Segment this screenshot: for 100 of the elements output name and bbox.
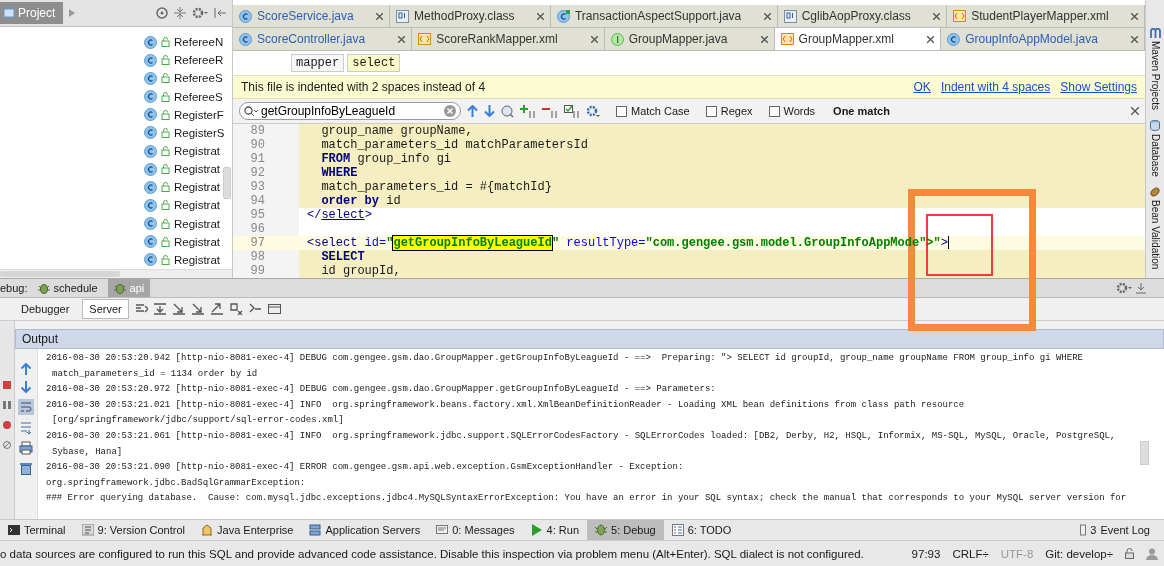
step-icon bbox=[153, 303, 167, 315]
interface-icon bbox=[610, 32, 624, 46]
tool-window-button[interactable]: Application Servers bbox=[301, 520, 429, 541]
close-icon bbox=[537, 12, 544, 20]
log-line: 2016-08-30 20:53:21.021 [http-nio-8081-exec-4] INFO org.springframework.beans.factory.xml.XmlBeanDefinitionReader - Loading XML bean definitions from class path resource bbox=[46, 398, 966, 412]
editor-tab[interactable]: ScoreRankMapper.xml bbox=[412, 28, 605, 50]
editor-tab[interactable]: CglibAopProxy.class bbox=[777, 5, 948, 27]
lock-icon bbox=[161, 127, 170, 138]
lock-icon bbox=[161, 200, 170, 211]
tool-window-button[interactable]: 0: Messages bbox=[428, 520, 523, 541]
log-line: Sybase, Hana] bbox=[51, 445, 124, 459]
editor-tab[interactable]: GroupMapper.xml bbox=[774, 28, 942, 50]
lock-icon bbox=[161, 91, 170, 102]
session-tab[interactable]: schedule bbox=[31, 279, 104, 297]
tool-window-button[interactable]: Terminal bbox=[0, 520, 74, 541]
breadcrumb[interactable]: select bbox=[347, 54, 401, 72]
tree-item[interactable]: RegisterF bbox=[144, 105, 232, 124]
match-count: One match bbox=[833, 105, 890, 117]
code-line: match_parameters_id matchParametersId bbox=[320, 138, 589, 152]
editor-tab[interactable]: ScoreService.java bbox=[233, 5, 391, 27]
tree-item[interactable]: Registrat bbox=[144, 141, 232, 161]
tree-item[interactable]: RefereeS bbox=[144, 87, 232, 106]
lock-icon bbox=[161, 55, 170, 66]
lock-icon bbox=[161, 236, 170, 247]
terminal-icon bbox=[8, 524, 20, 537]
tool-window-button[interactable]: 4: Run bbox=[522, 520, 588, 541]
tool-window-button[interactable]: 3 Event Log bbox=[1072, 520, 1158, 541]
side-tab[interactable]: Bean Validation bbox=[1149, 186, 1161, 270]
down-arrow-icon bbox=[20, 381, 32, 393]
checkbox[interactable]: Regex bbox=[705, 105, 753, 117]
link[interactable]: Show Settings bbox=[1060, 80, 1137, 94]
bug-icon bbox=[113, 282, 126, 294]
scrollbar[interactable] bbox=[223, 167, 231, 199]
class-icon bbox=[144, 90, 157, 104]
tree-item[interactable]: Registrat bbox=[144, 196, 232, 215]
tool-window-button[interactable]: 9: Version Control bbox=[73, 520, 193, 541]
folder-icon bbox=[4, 8, 14, 18]
side-tab[interactable]: Database bbox=[1149, 119, 1161, 177]
git-branch[interactable]: Git: develop÷ bbox=[1045, 547, 1113, 560]
tree-item[interactable]: RefereeR bbox=[144, 51, 232, 70]
search-field[interactable]: getGroupInfoByLeagueId bbox=[239, 102, 461, 120]
checkbox[interactable]: Match Case bbox=[616, 105, 690, 117]
class-icon bbox=[239, 32, 252, 46]
editor-tab[interactable]: GroupInfoAppModel.java bbox=[941, 28, 1145, 50]
tree-item[interactable]: Registrat bbox=[144, 214, 232, 233]
binary-file-icon bbox=[396, 9, 410, 23]
play-icon bbox=[530, 524, 543, 537]
tool-window-button[interactable]: 5: Debug bbox=[587, 520, 664, 541]
maven-icon bbox=[1149, 28, 1161, 38]
debug-tab[interactable]: Debugger bbox=[14, 299, 77, 319]
class-icon bbox=[557, 9, 570, 23]
lock-icon bbox=[161, 73, 170, 84]
side-tab[interactable]: Maven Projects bbox=[1149, 28, 1161, 110]
link[interactable]: Indent with 4 spaces bbox=[940, 80, 1051, 94]
tree-item[interactable]: RegisterS bbox=[144, 123, 232, 142]
editor-tab[interactable]: TransactionAspectSupport.java bbox=[551, 5, 778, 27]
clear-icon bbox=[444, 105, 456, 117]
caret-icon bbox=[69, 9, 76, 17]
class-icon bbox=[144, 53, 157, 67]
editor-tab[interactable]: StudentPlayerMapper.xml bbox=[947, 5, 1146, 27]
debug-tab[interactable]: Server bbox=[82, 299, 129, 319]
tool-window-button[interactable]: 6: TODO bbox=[663, 520, 740, 541]
line-number: 90 bbox=[233, 138, 299, 152]
server-icon bbox=[309, 524, 322, 537]
stop-icon bbox=[3, 381, 11, 389]
tree-item[interactable]: Registrat bbox=[144, 232, 232, 251]
line-number: 89 bbox=[233, 124, 299, 138]
code-line: order by id bbox=[320, 194, 402, 208]
notification-text: This file is indented with 2 spaces instead of 4 bbox=[241, 80, 486, 94]
line-separator[interactable]: CRLF÷ bbox=[952, 547, 989, 560]
tree-item[interactable]: RefereeS bbox=[144, 69, 232, 88]
code-line: group_name groupName, bbox=[320, 124, 474, 138]
breadcrumb[interactable]: mapper bbox=[291, 54, 345, 72]
find-all-icon bbox=[501, 104, 514, 118]
collapse-icon bbox=[174, 7, 186, 19]
tree-item[interactable]: RefereeN bbox=[144, 33, 232, 52]
class-icon bbox=[239, 9, 252, 23]
up-arrow-icon bbox=[20, 363, 32, 375]
cursor-position[interactable]: 97:93 bbox=[911, 547, 941, 560]
log-icon bbox=[1080, 524, 1087, 537]
tool-window-button[interactable]: Java Enterprise bbox=[193, 520, 302, 541]
tree-item[interactable]: Registrat bbox=[144, 178, 232, 197]
editor-tab[interactable]: ScoreController.java bbox=[233, 28, 413, 50]
editor-tab[interactable]: MethodProxy.class bbox=[390, 5, 551, 27]
class-icon bbox=[144, 199, 157, 212]
checkbox[interactable]: Words bbox=[768, 105, 816, 117]
close-icon bbox=[590, 35, 598, 43]
target-icon bbox=[156, 7, 168, 19]
soft-wrap-icon bbox=[18, 399, 34, 415]
up-arrow-icon bbox=[467, 105, 478, 117]
line-number: 94 bbox=[233, 194, 299, 208]
tree-item[interactable]: Registrat bbox=[144, 160, 232, 179]
tree-item[interactable]: Registrat bbox=[144, 250, 232, 269]
building-icon bbox=[201, 524, 213, 537]
add-selection-icon bbox=[520, 104, 536, 118]
editor-tab[interactable]: GroupMapper.java bbox=[604, 28, 775, 50]
scrollbar[interactable] bbox=[1140, 441, 1149, 465]
link[interactable]: OK bbox=[913, 80, 931, 94]
scrollbar[interactable] bbox=[0, 271, 120, 277]
close-icon bbox=[763, 12, 771, 20]
